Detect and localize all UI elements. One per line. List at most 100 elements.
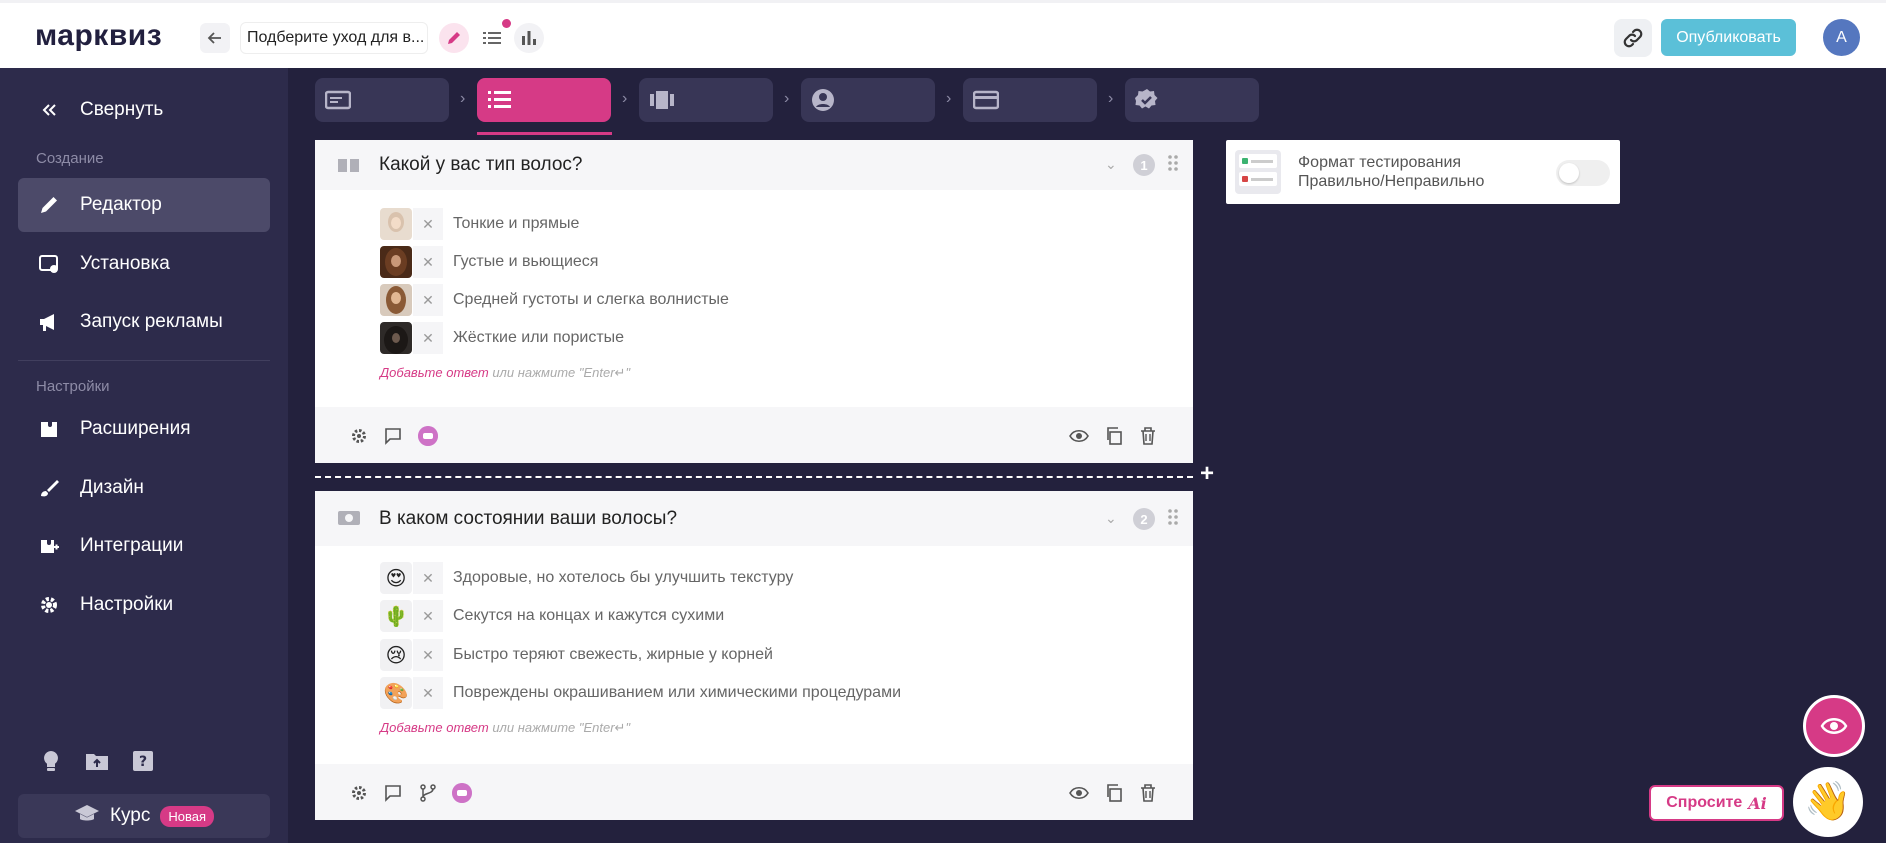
stats-button[interactable] [514,23,544,53]
publish-button[interactable]: Опубликовать [1661,19,1796,56]
answer-image[interactable] [380,322,412,354]
support-chat-button[interactable]: 👋 [1793,767,1863,837]
copy-icon[interactable] [1103,425,1125,447]
insert-divider[interactable] [315,476,1193,478]
branching-icon[interactable] [417,782,439,804]
answer-text[interactable]: Средней густоты и слегка волнистые [453,291,729,309]
sidebar-item-label: Установка [80,253,170,274]
pencil-icon [448,32,460,44]
course-label: Курс [109,805,151,826]
question-header[interactable]: Какой у вас тип волос? ⌄ 1 [315,140,1193,190]
sidebar-item-editor[interactable]: Редактор [18,178,270,232]
ask-ai-button[interactable]: Спросите Ai [1649,785,1784,821]
question-title[interactable]: Какой у вас тип волос? [379,154,582,176]
ai-assistant-icon[interactable] [451,782,473,804]
sidebar-item-ads[interactable]: Запуск рекламы [18,295,270,349]
answer-emoji[interactable]: 😍 [380,562,412,594]
answer-text[interactable]: Тонкие и прямые [453,215,579,233]
ai-assistant-icon[interactable] [417,425,439,447]
test-format-toggle[interactable] [1556,160,1610,186]
remove-answer-button[interactable]: ✕ [413,284,443,316]
answer-text[interactable]: Секутся на концах и кажутся сухими [453,607,724,625]
sidebar-item-label: Запуск рекламы [80,311,223,332]
integration-icon [18,535,80,557]
lightbulb-icon[interactable] [38,748,64,774]
list-icon [483,32,501,44]
step-results[interactable] [639,78,773,122]
step-questions[interactable] [477,78,611,122]
question-number: 1 [1133,154,1155,176]
help-icon[interactable]: ? [130,748,156,774]
chevron-down-icon[interactable]: ⌄ [1105,510,1117,527]
answer-text[interactable]: Здоровые, но хотелось бы улучшить тексту… [453,569,793,587]
sidebar-item-design[interactable]: Дизайн [18,461,270,515]
remove-answer-button[interactable]: ✕ [413,639,443,671]
edit-button[interactable] [439,23,469,53]
answer-emoji[interactable]: 😢 [380,639,412,671]
step-contacts[interactable] [801,78,935,122]
sidebar-item-settings[interactable]: Настройки [18,578,270,632]
link-icon [1623,28,1643,48]
visibility-icon[interactable] [1068,425,1090,447]
remove-answer-button[interactable]: ✕ [413,677,443,709]
add-answer-link[interactable]: Добавьте ответ [380,720,489,735]
bar-chart-icon [522,31,536,45]
test-format-panel: Формат тестирования Правильно/Неправильн… [1226,140,1620,204]
course-button[interactable]: Курс Новая [18,794,270,838]
answer-image[interactable] [380,246,412,278]
comment-icon[interactable] [382,425,404,447]
drag-handle-icon[interactable] [1167,508,1179,531]
logo[interactable]: марквиз [35,19,162,53]
answer-text[interactable]: Быстро теряют свежесть, жирные у корней [453,646,773,664]
settings-icon[interactable] [348,425,370,447]
answer-emoji[interactable]: 🌵 [380,600,412,632]
collapse-button[interactable]: Свернуть [18,83,270,137]
questions-list-button[interactable] [478,23,506,53]
back-button[interactable] [200,23,230,53]
sidebar-divider [18,360,270,361]
remove-answer-button[interactable]: ✕ [413,246,443,278]
avatar[interactable]: A [1823,19,1860,56]
trash-icon[interactable] [1137,782,1159,804]
settings-icon[interactable] [348,782,370,804]
drag-handle-icon[interactable] [1167,154,1179,177]
step-start-page[interactable] [315,78,449,122]
pencil-icon [18,194,80,216]
sidebar-item-extensions[interactable]: Расширения [18,402,270,456]
chevron-down-icon[interactable]: ⌄ [1105,156,1117,173]
comment-icon[interactable] [382,782,404,804]
megaphone-icon [18,311,80,333]
notification-dot [502,19,511,28]
image-cards-icon [337,155,361,180]
emoji-question-icon [337,509,361,532]
trash-icon[interactable] [1137,425,1159,447]
remove-answer-button[interactable]: ✕ [413,562,443,594]
answer-image[interactable] [380,208,412,240]
sidebar-item-label: Настройки [80,594,174,615]
quiz-title-field[interactable]: Подберите уход для в... [240,22,428,54]
sidebar-item-integrations[interactable]: Интеграции [18,519,270,573]
sidebar-item-install[interactable]: Установка [18,237,270,291]
remove-answer-button[interactable]: ✕ [413,322,443,354]
upload-folder-icon[interactable] [84,748,110,774]
answer-text[interactable]: Густые и вьющиеся [453,253,598,271]
remove-answer-button[interactable]: ✕ [413,208,443,240]
copy-icon[interactable] [1103,782,1125,804]
answer-emoji[interactable]: 🎨 [380,677,412,709]
add-answer-link[interactable]: Добавьте ответ [380,365,489,380]
add-question-plus-icon[interactable]: + [1200,460,1214,488]
visibility-icon[interactable] [1068,782,1090,804]
preview-fab[interactable] [1803,695,1865,757]
question-title[interactable]: В каком состоянии ваши волосы? [379,508,677,530]
share-link-button[interactable] [1614,19,1652,57]
answer-text[interactable]: Жёсткие или пористые [453,329,624,347]
step-thank-you[interactable] [1125,78,1259,122]
answer-item: ✕ Жёсткие или пористые [380,321,624,355]
sidebar-item-label: Редактор [80,194,162,215]
step-payment[interactable] [963,78,1097,122]
remove-answer-button[interactable]: ✕ [413,600,443,632]
answer-text[interactable]: Повреждены окрашиванием или химическими … [453,684,901,702]
question-header[interactable]: В каком состоянии ваши волосы? ⌄ 2 [315,491,1193,546]
sidebar-item-label: Расширения [80,418,191,439]
answer-image[interactable] [380,284,412,316]
